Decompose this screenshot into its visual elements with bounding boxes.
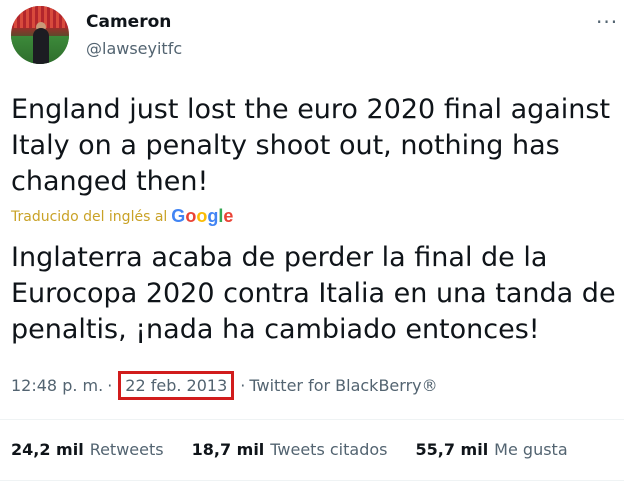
translated-label: Traducido del inglés al (11, 208, 168, 225)
tweet-date[interactable]: 22 feb. 2013 (118, 371, 235, 400)
tweet-time[interactable]: 12:48 p. m. (11, 376, 103, 395)
tweet-text: England just lost the euro 2020 final ag… (11, 94, 611, 197)
tweet-translation: Inglaterra acaba de perder la final de l… (11, 242, 616, 345)
divider (0, 480, 624, 481)
avatar[interactable] (11, 6, 69, 64)
stat-label: Me gusta (494, 440, 568, 459)
stat-value: 55,7 mil (415, 440, 489, 459)
quote-tweets-stat[interactable]: 18,7 mil Tweets citados (192, 440, 388, 459)
tweet-source[interactable]: Twitter for BlackBerry® (249, 376, 437, 395)
author-display-name[interactable]: Cameron (86, 12, 171, 32)
more-horizontal-icon[interactable]: ··· (596, 10, 618, 34)
author-handle[interactable]: @lawseyitfc (86, 39, 182, 58)
likes-stat[interactable]: 55,7 mil Me gusta (415, 440, 567, 459)
stat-label: Retweets (89, 440, 164, 459)
meta-separator: · (240, 376, 246, 395)
tweet-stats: 24,2 mil Retweets 18,7 mil Tweets citados … (11, 440, 596, 459)
avatar-person-body (33, 28, 49, 64)
translated-by-link[interactable]: Traducido del inglés al Google (11, 206, 233, 227)
stat-value: 18,7 mil (191, 440, 265, 459)
google-logo: Google (171, 206, 234, 226)
stat-label: Tweets citados (270, 440, 388, 459)
stat-value: 24,2 mil (11, 440, 84, 459)
retweets-stat[interactable]: 24,2 mil Retweets (11, 440, 164, 459)
tweet-meta: 12:48 p. m. · 22 feb. 2013 · Twitter for… (11, 371, 438, 400)
meta-separator: · (107, 376, 113, 395)
divider (0, 419, 624, 420)
